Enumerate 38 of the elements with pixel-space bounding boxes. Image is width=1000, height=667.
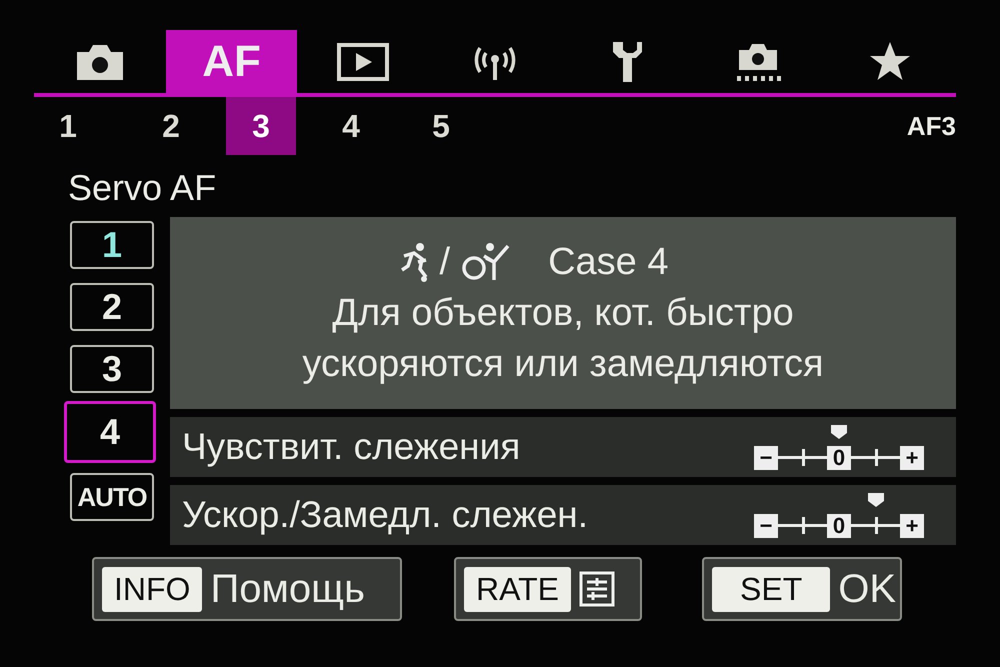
- case-option[interactable]: AUTO: [70, 473, 154, 521]
- setting-row[interactable]: Ускор./Замедл. слежен. − 0 +: [170, 485, 956, 545]
- soft-button[interactable]: INFO Помощь: [92, 557, 402, 621]
- scale-mark: 0: [827, 446, 851, 470]
- menu-tab[interactable]: AF: [166, 30, 298, 93]
- setting-label: Ускор./Замедл. слежен.: [182, 494, 590, 536]
- menu-title: Servo AF: [67, 166, 218, 210]
- setting-row[interactable]: Чувствит. слежения − 0 +: [170, 417, 956, 477]
- case-description: ускоряются или замедляются: [302, 342, 824, 386]
- page-tab[interactable]: 3: [226, 97, 296, 155]
- soft-button[interactable]: SET OK: [702, 557, 902, 621]
- scale-mark: 0: [827, 514, 851, 538]
- page-tab[interactable]: 5: [406, 97, 476, 155]
- page-tab[interactable]: 2: [136, 97, 206, 155]
- scale-mark: +: [900, 446, 924, 470]
- page-tab[interactable]: 4: [316, 97, 386, 155]
- star-icon: [868, 40, 912, 82]
- icon-separator: /: [440, 240, 450, 284]
- case-title: Case 4: [548, 240, 668, 284]
- page-tab[interactable]: 1: [50, 97, 86, 155]
- scale-mark: +: [900, 514, 924, 538]
- case-option[interactable]: 1: [70, 221, 154, 269]
- case-option[interactable]: 3: [70, 345, 154, 393]
- key-label: RATE: [464, 566, 571, 612]
- case-option[interactable]: 4: [64, 401, 156, 463]
- adjust-icon: [578, 571, 615, 607]
- key-label: INFO: [102, 566, 202, 612]
- scale-mark: −: [754, 514, 778, 538]
- button-label: Помощь: [210, 566, 365, 612]
- soft-button[interactable]: RATE: [454, 557, 642, 621]
- scale-mark: −: [754, 446, 778, 470]
- case-description: Для объектов, кот. быстро: [332, 292, 794, 334]
- button-label: OK: [838, 566, 896, 612]
- play-icon: [336, 42, 390, 82]
- setting-label: Чувствит. слежения: [182, 426, 522, 468]
- key-label: SET: [712, 566, 830, 612]
- page-code: AF3: [906, 110, 956, 142]
- case-option[interactable]: 2: [70, 283, 154, 331]
